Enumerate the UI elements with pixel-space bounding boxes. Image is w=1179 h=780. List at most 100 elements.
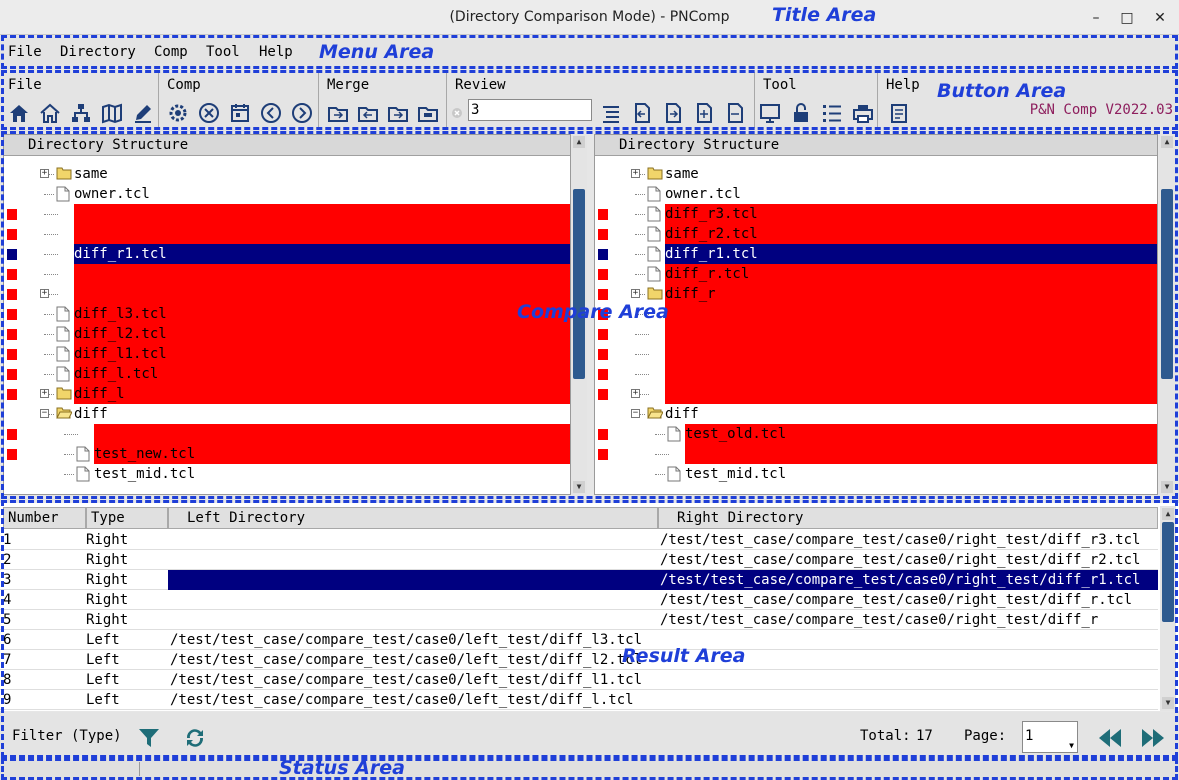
left-tree-row[interactable]: + [4,284,570,304]
expand-toggle-icon[interactable]: + [40,289,49,298]
scroll-thumb[interactable] [573,189,585,379]
edit-icon[interactable] [132,102,154,124]
merge-folder-right-icon[interactable] [387,102,409,124]
left-tree-row[interactable]: + diff_l [4,384,570,404]
monitor-icon[interactable] [759,102,781,124]
next-icon[interactable] [291,102,313,124]
col-left-directory[interactable]: Left Directory [168,507,658,529]
right-tree-row[interactable] [595,364,1157,384]
merge-folder-left-icon[interactable] [357,102,379,124]
right-tree-row[interactable]: diff_r3.tcl [595,204,1157,224]
close-button[interactable]: ✕ [1151,9,1169,27]
first-page-icon[interactable] [1097,726,1123,750]
expand-toggle-icon[interactable]: − [631,409,640,418]
left-tree-row[interactable] [4,424,570,444]
left-tree-row[interactable]: + same [4,164,570,184]
merge-folder-icon[interactable] [327,102,349,124]
left-tree-row[interactable]: diff_l1.tcl [4,344,570,364]
right-tree-row[interactable] [595,444,1157,464]
expand-toggle-icon[interactable]: + [631,169,640,178]
expand-toggle-icon[interactable]: + [631,389,640,398]
left-tree-row[interactable] [4,264,570,284]
left-tree-row[interactable]: diff_r1.tcl [4,244,570,264]
right-tree-row[interactable]: diff_r.tcl [595,264,1157,284]
list-menu-icon[interactable] [600,102,622,124]
doc-left-icon[interactable] [631,102,653,124]
doc-add-icon[interactable] [693,102,715,124]
right-tree-row[interactable]: + same [595,164,1157,184]
left-tree-row[interactable]: diff_l3.tcl [4,304,570,324]
right-tree-row[interactable]: + diff_r [595,284,1157,304]
menu-directory[interactable]: Directory [60,44,136,60]
lock-icon[interactable] [790,102,812,124]
right-tree-row[interactable]: diff_r2.tcl [595,224,1157,244]
menu-tool[interactable]: Tool [206,44,240,60]
left-tree-row[interactable] [4,204,570,224]
right-tree-row[interactable] [595,304,1157,324]
left-directory-pane[interactable]: Directory Structure + same owner.tcl diff_r… [3,134,571,495]
scroll-down-icon[interactable]: ▼ [1162,697,1174,709]
right-tree-row[interactable]: test_mid.tcl [595,464,1157,484]
page-select[interactable]: 1 ▼ [1022,721,1078,753]
maximize-button[interactable]: □ [1118,9,1136,27]
left-tree-row[interactable]: owner.tcl [4,184,570,204]
filter-icon[interactable] [137,726,161,750]
right-tree-row[interactable]: diff_r1.tcl [595,244,1157,264]
table-row[interactable]: 3 Right/test/test_case/compare_test/case0… [0,570,1158,590]
clear-icon[interactable] [451,107,463,119]
print-icon[interactable] [852,102,874,124]
table-row[interactable]: 1 Right/test/test_case/compare_test/case0… [0,530,1158,550]
left-tree-row[interactable]: − diff [4,404,570,424]
right-tree-row[interactable]: − diff [595,404,1157,424]
scroll-up-icon[interactable]: ▲ [1162,508,1174,520]
table-row[interactable]: 2 Right/test/test_case/compare_test/case0… [0,550,1158,570]
scroll-up-icon[interactable]: ▲ [1161,136,1173,148]
col-type[interactable]: Type [86,507,168,529]
result-scrollbar[interactable]: ▲ ▼ [1160,506,1176,711]
right-tree-row[interactable] [595,324,1157,344]
merge-folder-all-icon[interactable] [417,102,439,124]
right-scrollbar[interactable]: ▲ ▼ [1159,134,1175,495]
right-tree-row[interactable] [595,344,1157,364]
expand-toggle-icon[interactable]: + [40,389,49,398]
scroll-up-icon[interactable]: ▲ [573,136,585,148]
map-icon[interactable] [101,102,123,124]
doc-right-icon[interactable] [662,102,684,124]
table-row[interactable]: 5 Right/test/test_case/compare_test/case0… [0,610,1158,630]
right-tree-row[interactable]: owner.tcl [595,184,1157,204]
home-outline-icon[interactable] [39,102,61,124]
expand-toggle-icon[interactable]: + [40,169,49,178]
stop-icon[interactable] [198,102,220,124]
left-tree-row[interactable]: diff_l2.tcl [4,324,570,344]
table-row[interactable]: 9 Left/test/test_case/compare_test/case0/… [0,690,1158,710]
expand-toggle-icon[interactable]: − [40,409,49,418]
col-number[interactable]: Number [3,507,86,529]
review-number-input[interactable] [468,99,592,121]
last-page-icon[interactable] [1140,726,1166,750]
previous-icon[interactable] [260,102,282,124]
gear-icon[interactable] [167,102,189,124]
left-tree-row[interactable]: test_new.tcl [4,444,570,464]
expand-toggle-icon[interactable]: + [631,289,640,298]
right-tree-row[interactable]: test_old.tcl [595,424,1157,444]
tree-structure-icon[interactable] [70,102,92,124]
right-tree-row[interactable]: + [595,384,1157,404]
minimize-button[interactable]: – [1087,9,1105,27]
scroll-thumb[interactable] [1161,189,1173,379]
table-row[interactable]: 8 Left/test/test_case/compare_test/case0/… [0,670,1158,690]
doc-remove-icon[interactable] [724,102,746,124]
table-row[interactable]: 6 Left/test/test_case/compare_test/case0/… [0,630,1158,650]
manual-icon[interactable] [888,102,910,124]
home-icon[interactable] [8,102,30,124]
scroll-down-icon[interactable]: ▼ [573,481,585,493]
table-row[interactable]: 4 Right/test/test_case/compare_test/case0… [0,590,1158,610]
col-right-directory[interactable]: Right Directory [658,507,1158,529]
list-icon[interactable] [821,102,843,124]
scroll-thumb[interactable] [1162,522,1174,622]
table-row[interactable]: 7 Left/test/test_case/compare_test/case0/… [0,650,1158,670]
right-directory-pane[interactable]: Directory Structure + same owner.tcl diff_r… [594,134,1158,495]
menu-file[interactable]: File [8,44,42,60]
left-tree-row[interactable] [4,224,570,244]
left-tree-row[interactable]: diff_l.tcl [4,364,570,384]
scroll-down-icon[interactable]: ▼ [1161,481,1173,493]
